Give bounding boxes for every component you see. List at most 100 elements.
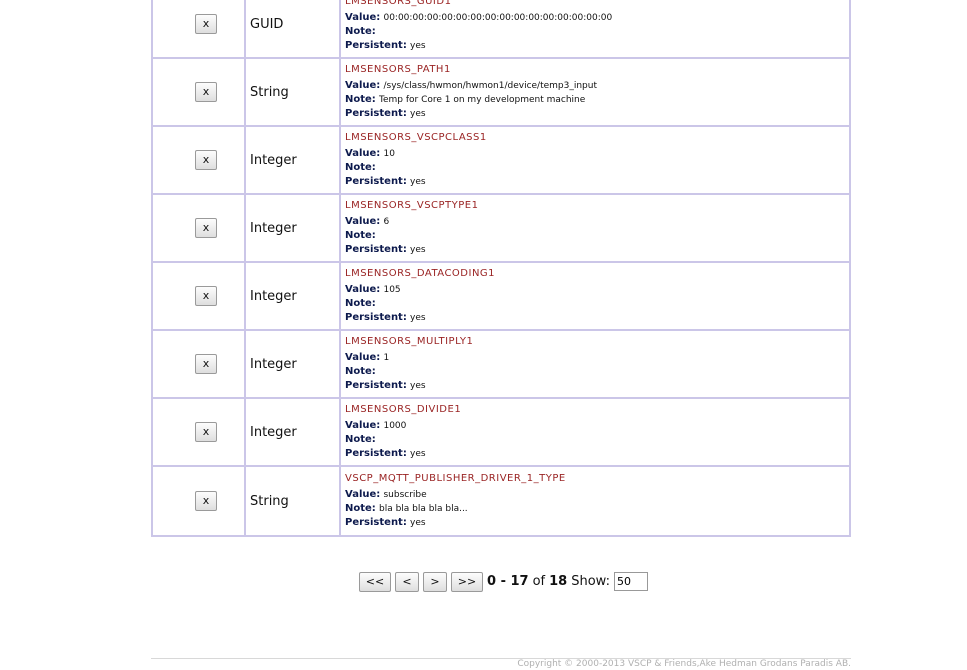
variable-id-cell: 10 x	[153, 0, 246, 59]
page-of-label: of	[532, 574, 546, 589]
variable-type: Integer	[250, 356, 297, 372]
variables-table: 10 x GUID LMSENSORS_GUID1 Value: 00:00:0…	[151, 0, 851, 537]
persistent-label: Persistent:	[345, 40, 407, 51]
persistent-label: Persistent:	[345, 244, 407, 255]
variable-info-cell: LMSENSORS_GUID1 Value: 00:00:00:00:00:00…	[341, 0, 849, 59]
variable-type: GUID	[250, 16, 284, 32]
variable-note-line: Note:	[345, 365, 849, 379]
variable-persistent-line: Persistent: yes	[345, 175, 849, 189]
variable-row: 14 x Integer LMSENSORS_DATACODING1 Value…	[153, 263, 849, 331]
variable-persistent-line: Persistent: yes	[345, 447, 849, 461]
variable-name-link[interactable]: LMSENSORS_DIVIDE1	[345, 403, 849, 416]
note-label: Note:	[345, 366, 376, 377]
variables-table-body: 10 x GUID LMSENSORS_GUID1 Value: 00:00:0…	[153, 0, 849, 535]
variable-type-cell: String	[246, 59, 341, 127]
delete-variable-button[interactable]: x	[195, 82, 217, 102]
variable-persistent: yes	[410, 313, 426, 323]
variable-value-line: Value: /sys/class/hwmon/hwmon1/device/te…	[345, 79, 849, 93]
variable-persistent: yes	[410, 518, 426, 528]
variable-type: Integer	[250, 152, 297, 168]
variable-name-link[interactable]: LMSENSORS_VSCPCLASS1	[345, 131, 849, 144]
variable-row: 10 x GUID LMSENSORS_GUID1 Value: 00:00:0…	[153, 0, 849, 59]
variable-persistent: yes	[410, 245, 426, 255]
variable-type-cell: Integer	[246, 263, 341, 331]
variable-value: 10	[383, 149, 395, 159]
variable-type-cell: String	[246, 467, 341, 535]
variable-id-cell: 16 x	[153, 399, 246, 467]
variable-value-line: Value: 00:00:00:00:00:00:00:00:00:00:00:…	[345, 11, 849, 25]
note-label: Note:	[345, 162, 376, 173]
next-page-button[interactable]: >	[423, 571, 447, 592]
variable-persistent-line: Persistent: yes	[345, 379, 849, 393]
value-label: Value:	[345, 12, 381, 23]
delete-variable-button[interactable]: x	[195, 286, 217, 306]
variable-persistent-line: Persistent: yes	[345, 243, 849, 257]
variable-value: 6	[383, 217, 390, 227]
variable-info-cell: LMSENSORS_MULTIPLY1 Value: 1 Note: Persi…	[341, 331, 849, 399]
variable-name-link[interactable]: LMSENSORS_VSCPTYPE1	[345, 199, 849, 212]
variable-row: 15 x Integer LMSENSORS_MULTIPLY1 Value: …	[153, 331, 849, 399]
persistent-label: Persistent:	[345, 312, 407, 323]
variable-persistent-line: Persistent: yes	[345, 39, 849, 53]
variable-persistent: yes	[410, 381, 426, 391]
show-label: Show:	[571, 574, 610, 589]
delete-variable-button[interactable]: x	[195, 422, 217, 442]
page-range: 0 - 17	[487, 574, 529, 589]
variable-persistent-line: Persistent: yes	[345, 516, 849, 530]
variable-value-line: Value: 10	[345, 147, 849, 161]
variable-note-line: Note:	[345, 433, 849, 447]
variable-note-line: Note:	[345, 297, 849, 311]
variable-name-link[interactable]: LMSENSORS_GUID1	[345, 0, 849, 8]
variable-row: 16 x Integer LMSENSORS_DIVIDE1 Value: 10…	[153, 399, 849, 467]
variable-persistent: yes	[410, 109, 426, 119]
variable-name-link[interactable]: LMSENSORS_PATH1	[345, 63, 849, 76]
variable-name-link[interactable]: LMSENSORS_MULTIPLY1	[345, 335, 849, 348]
delete-variable-button[interactable]: x	[195, 491, 217, 511]
variable-persistent: yes	[410, 41, 426, 51]
value-label: Value:	[345, 80, 381, 91]
note-label: Note:	[345, 434, 376, 445]
note-label: Note:	[345, 230, 376, 241]
value-label: Value:	[345, 148, 381, 159]
first-page-button[interactable]: <<	[359, 571, 391, 592]
variable-row: 12 x Integer LMSENSORS_VSCPCLASS1 Value:…	[153, 127, 849, 195]
variable-type-cell: Integer	[246, 399, 341, 467]
value-label: Value:	[345, 420, 381, 431]
last-page-button[interactable]: >>	[451, 571, 483, 592]
variable-note-line: Note: Temp for Core 1 on my development …	[345, 93, 849, 107]
variable-persistent-line: Persistent: yes	[345, 311, 849, 325]
variable-name-link[interactable]: LMSENSORS_DATACODING1	[345, 267, 849, 280]
variable-info-cell: LMSENSORS_PATH1 Value: /sys/class/hwmon/…	[341, 59, 849, 127]
delete-variable-button[interactable]: x	[195, 354, 217, 374]
persistent-label: Persistent:	[345, 380, 407, 391]
variable-type-cell: Integer	[246, 127, 341, 195]
variable-value-line: Value: 6	[345, 215, 849, 229]
variable-id-cell: 12 x	[153, 127, 246, 195]
copyright-text: Copyright © 2000-2013 VSCP & Friends,Ake…	[517, 659, 851, 669]
variable-type-cell: Integer	[246, 195, 341, 263]
variable-value: 1000	[383, 421, 407, 431]
note-label: Note:	[345, 298, 376, 309]
prev-page-button[interactable]: <	[395, 571, 419, 592]
show-count-input[interactable]	[613, 572, 648, 591]
variable-info-cell: LMSENSORS_DATACODING1 Value: 105 Note: P…	[341, 263, 849, 331]
variable-type: Integer	[250, 424, 297, 440]
delete-variable-button[interactable]: x	[195, 218, 217, 238]
variable-type-cell: Integer	[246, 331, 341, 399]
variable-id-cell: 17 x	[153, 467, 246, 535]
variable-name-link[interactable]: VSCP_MQTT_PUBLISHER_DRIVER_1_TYPE	[345, 472, 849, 485]
variable-type: Integer	[250, 288, 297, 304]
persistent-label: Persistent:	[345, 448, 407, 459]
variable-row: 11 x String LMSENSORS_PATH1 Value: /sys/…	[153, 59, 849, 127]
persistent-label: Persistent:	[345, 176, 407, 187]
persistent-label: Persistent:	[345, 517, 407, 528]
delete-variable-button[interactable]: x	[195, 14, 217, 34]
variable-id-cell: 11 x	[153, 59, 246, 127]
variable-note: Temp for Core 1 on my development machin…	[379, 95, 586, 105]
delete-variable-button[interactable]: x	[195, 150, 217, 170]
variable-info-cell: LMSENSORS_VSCPTYPE1 Value: 6 Note: Persi…	[341, 195, 849, 263]
variable-id-cell: 15 x	[153, 331, 246, 399]
variable-value-line: Value: 1	[345, 351, 849, 365]
variable-id-cell: 14 x	[153, 263, 246, 331]
variable-info-cell: VSCP_MQTT_PUBLISHER_DRIVER_1_TYPE Value:…	[341, 467, 849, 535]
